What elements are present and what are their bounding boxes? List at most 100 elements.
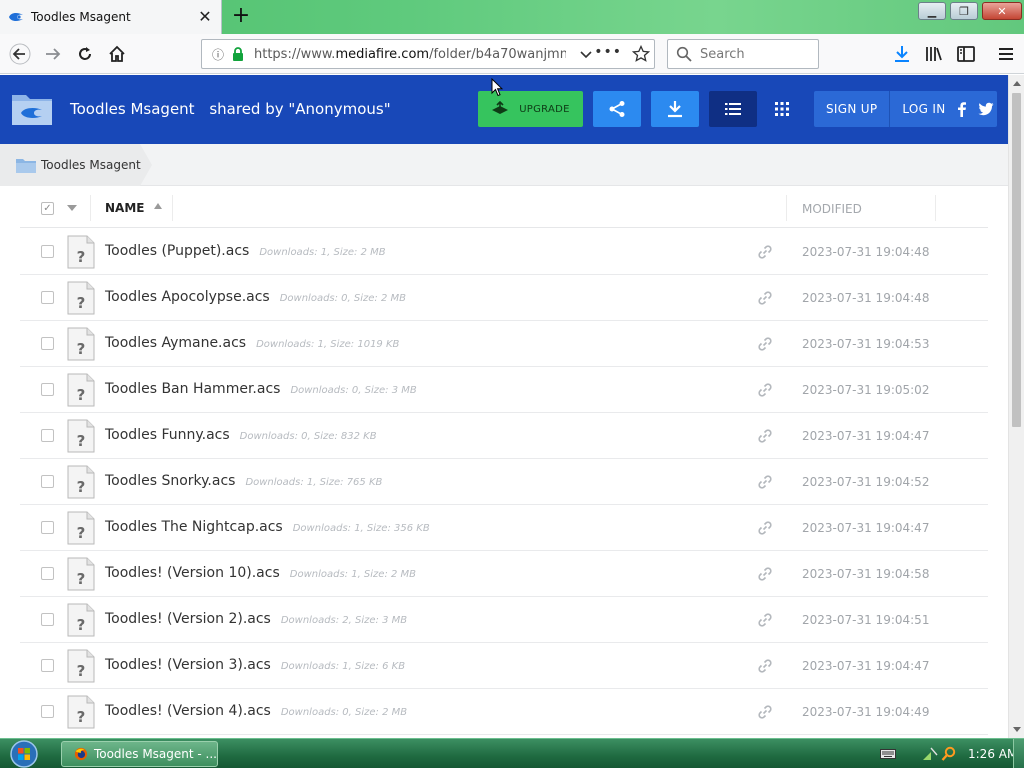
site-info-icon[interactable]: ⓘ xyxy=(208,46,228,63)
row-checkbox[interactable] xyxy=(41,521,54,534)
file-name-link[interactable]: Toodles (Puppet).acs Downloads: 1, Size: … xyxy=(105,243,386,259)
table-row[interactable]: ? Toodles! (Version 3).acs Downloads: 1, S… xyxy=(20,643,988,689)
network-icon[interactable] xyxy=(922,746,938,762)
file-name-link[interactable]: Toodles! (Version 4).acs Downloads: 0, Si… xyxy=(105,703,407,719)
row-checkbox[interactable] xyxy=(41,705,54,718)
close-window-button[interactable]: ✕ xyxy=(982,2,1022,20)
file-name[interactable]: Toodles Snorky.acs xyxy=(105,473,235,489)
back-button[interactable] xyxy=(8,42,32,66)
file-name-link[interactable]: Toodles Snorky.acs Downloads: 1, Size: 76… xyxy=(105,473,382,489)
restore-button[interactable]: ❐ xyxy=(950,2,978,20)
page-actions-icon[interactable]: ••• xyxy=(594,44,622,60)
forward-button[interactable] xyxy=(41,42,65,66)
table-row[interactable]: ? Toodles Ban Hammer.acs Downloads: 0, Siz… xyxy=(20,367,988,413)
tab-close-icon[interactable]: ✕ xyxy=(197,9,213,25)
link-icon[interactable] xyxy=(757,428,773,444)
table-row[interactable]: ? Toodles Aymane.acs Downloads: 1, Size: 1… xyxy=(20,321,988,367)
file-name-link[interactable]: Toodles! (Version 3).acs Downloads: 1, Si… xyxy=(105,657,405,673)
start-button-icon[interactable] xyxy=(8,740,40,768)
select-all-checkbox[interactable]: ✓ xyxy=(41,202,54,215)
file-name[interactable]: Toodles Ban Hammer.acs xyxy=(105,381,280,397)
table-row[interactable]: ? Toodles Funny.acs Downloads: 0, Size: 83… xyxy=(20,413,988,459)
taskbar-firefox-button[interactable]: Toodles Msagent - ... xyxy=(61,741,218,767)
link-icon[interactable] xyxy=(757,612,773,628)
browser-tab[interactable]: Toodles Msagent ✕ xyxy=(0,0,222,34)
bookmark-star-icon[interactable] xyxy=(632,45,650,63)
file-name[interactable]: Toodles Aymane.acs xyxy=(105,335,246,351)
link-icon[interactable] xyxy=(757,520,773,536)
minimize-button[interactable]: ▁ xyxy=(918,2,946,20)
select-menu-caret-icon[interactable] xyxy=(67,205,77,211)
search-tray-icon[interactable] xyxy=(941,746,957,762)
file-name[interactable]: Toodles Funny.acs xyxy=(105,427,230,443)
facebook-icon[interactable] xyxy=(954,101,970,117)
table-row[interactable]: ? Toodles Snorky.acs Downloads: 1, Size: 7… xyxy=(20,459,988,505)
link-icon[interactable] xyxy=(757,382,773,398)
link-icon[interactable] xyxy=(757,474,773,490)
row-checkbox[interactable] xyxy=(41,429,54,442)
table-row[interactable]: ? Toodles (Puppet).acs Downloads: 1, Size:… xyxy=(20,229,988,275)
address-bar[interactable]: ⓘ https://www.mediafire.com/folder/b4a70… xyxy=(201,39,655,69)
table-row[interactable]: ? Toodles Apocolypse.acs Downloads: 0, Siz… xyxy=(20,275,988,321)
row-checkbox[interactable] xyxy=(41,613,54,626)
file-name[interactable]: Toodles! (Version 2).acs xyxy=(105,611,271,627)
file-name[interactable]: Toodles The Nightcap.acs xyxy=(105,519,283,535)
link-icon[interactable] xyxy=(757,566,773,582)
table-row[interactable]: ? Toodles The Nightcap.acs Downloads: 1, S… xyxy=(20,505,988,551)
chevron-down-icon[interactable] xyxy=(578,46,594,62)
scroll-up-arrow-icon[interactable] xyxy=(1013,81,1021,86)
keyboard-icon[interactable] xyxy=(880,746,896,762)
sign-up-link[interactable]: SIGN UP xyxy=(826,102,877,116)
file-name[interactable]: Toodles! (Version 10).acs xyxy=(105,565,280,581)
library-icon[interactable] xyxy=(924,44,944,64)
link-icon[interactable] xyxy=(757,290,773,306)
file-name-link[interactable]: Toodles The Nightcap.acs Downloads: 1, Si… xyxy=(105,519,430,535)
link-icon[interactable] xyxy=(757,336,773,352)
log-in-link[interactable]: LOG IN xyxy=(902,102,945,116)
new-tab-icon[interactable]: + xyxy=(230,5,252,28)
system-clock[interactable]: 1:26 AM xyxy=(968,747,1017,761)
file-name-link[interactable]: Toodles Aymane.acs Downloads: 1, Size: 10… xyxy=(105,335,399,351)
file-name[interactable]: Toodles! (Version 4).acs xyxy=(105,703,271,719)
reload-button[interactable] xyxy=(73,42,97,66)
file-name[interactable]: Toodles! (Version 3).acs xyxy=(105,657,271,673)
row-checkbox[interactable] xyxy=(41,659,54,672)
file-name[interactable]: Toodles Apocolypse.acs xyxy=(105,289,270,305)
link-icon[interactable] xyxy=(757,244,773,260)
home-button[interactable] xyxy=(105,42,129,66)
menu-icon[interactable] xyxy=(996,44,1016,64)
file-name-link[interactable]: Toodles Funny.acs Downloads: 0, Size: 832… xyxy=(105,427,377,443)
scroll-thumb[interactable] xyxy=(1012,93,1021,427)
search-box[interactable]: Search xyxy=(667,39,819,69)
table-row[interactable]: ? Toodles! (Version 10).acs Downloads: 1, … xyxy=(20,551,988,597)
page-scrollbar[interactable] xyxy=(1008,75,1024,738)
row-checkbox[interactable] xyxy=(41,567,54,580)
twitter-icon[interactable] xyxy=(978,101,994,117)
file-name-link[interactable]: Toodles Ban Hammer.acs Downloads: 0, Size… xyxy=(105,381,417,397)
table-row[interactable]: ? Toodles! (Version 4).acs Downloads: 0, S… xyxy=(20,689,988,735)
link-icon[interactable] xyxy=(757,704,773,720)
row-checkbox[interactable] xyxy=(41,383,54,396)
list-view-button[interactable] xyxy=(709,91,757,127)
grid-view-button[interactable] xyxy=(761,91,803,127)
file-name[interactable]: Toodles (Puppet).acs xyxy=(105,243,249,259)
download-all-button[interactable] xyxy=(651,91,699,127)
sort-ascending-icon[interactable] xyxy=(154,203,162,209)
share-button[interactable] xyxy=(593,91,641,127)
breadcrumb-item[interactable]: Toodles Msagent xyxy=(0,144,152,186)
file-name-link[interactable]: Toodles! (Version 10).acs Downloads: 1, S… xyxy=(105,565,416,581)
scroll-down-arrow-icon[interactable] xyxy=(1013,727,1021,732)
row-checkbox[interactable] xyxy=(41,291,54,304)
row-checkbox[interactable] xyxy=(41,245,54,258)
link-icon[interactable] xyxy=(757,658,773,674)
column-header-modified[interactable]: MODIFIED xyxy=(802,202,862,216)
column-header-name[interactable]: NAME xyxy=(105,201,144,215)
file-name-link[interactable]: Toodles Apocolypse.acs Downloads: 0, Size… xyxy=(105,289,406,305)
sidebar-icon[interactable] xyxy=(956,44,976,64)
row-checkbox[interactable] xyxy=(41,337,54,350)
row-checkbox[interactable] xyxy=(41,475,54,488)
downloads-icon[interactable] xyxy=(892,44,912,64)
table-row[interactable]: ? Toodles! (Version 2).acs Downloads: 2, S… xyxy=(20,597,988,643)
file-name-link[interactable]: Toodles! (Version 2).acs Downloads: 2, Si… xyxy=(105,611,407,627)
show-desktop-button[interactable] xyxy=(1013,739,1024,768)
